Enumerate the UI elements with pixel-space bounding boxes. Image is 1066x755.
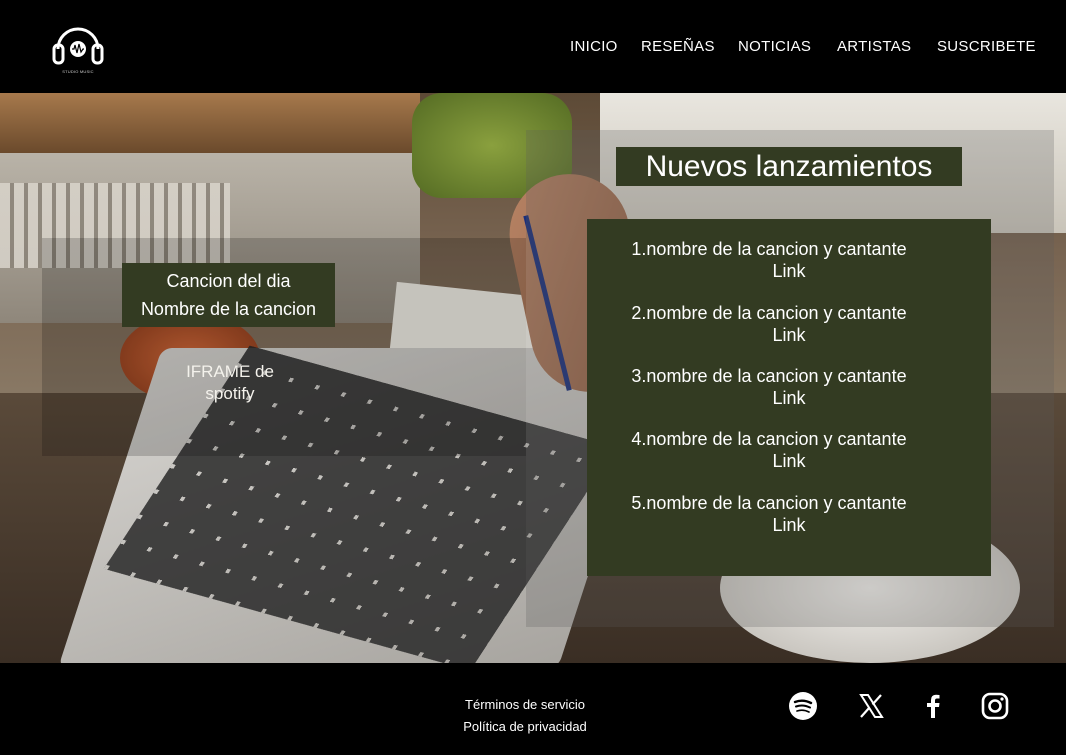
release-name: 1.nombre de la cancion y cantante — [631, 239, 907, 259]
new-releases-title: Nuevos lanzamientos — [645, 150, 933, 183]
song-of-day-name: Nombre de la cancion — [140, 299, 317, 319]
release-link[interactable]: Link — [587, 324, 991, 346]
terms-link[interactable]: Términos de servicio — [430, 697, 620, 712]
release-item: 1.nombre de la cancion y cantante Link — [587, 238, 991, 282]
release-link[interactable]: Link — [587, 514, 991, 536]
nav-inicio[interactable]: INICIO — [570, 38, 618, 55]
release-link[interactable]: Link — [587, 260, 991, 282]
nav-noticias[interactable]: NOTICIAS — [738, 38, 811, 55]
release-item: 5.nombre de la cancion y cantante Link — [587, 492, 991, 536]
release-name: 2.nombre de la cancion y cantante — [631, 303, 907, 323]
headphones-logo[interactable]: STUDIO MUSIC — [50, 15, 106, 75]
release-item: 2.nombre de la cancion y cantante Link — [587, 302, 991, 346]
new-releases-list: 1.nombre de la cancion y cantante Link 2… — [587, 219, 991, 576]
site-footer: Términos de servicio Política de privaci… — [0, 663, 1066, 755]
logo-text: STUDIO MUSIC — [62, 69, 94, 74]
song-of-day-card: Cancion del dia Nombre de la cancion — [122, 263, 335, 327]
release-link[interactable]: Link — [587, 387, 991, 409]
bg-windowsill — [0, 93, 420, 153]
nav-resenas[interactable]: RESEÑAS — [641, 38, 715, 55]
release-name: 5.nombre de la cancion y cantante — [631, 493, 907, 513]
release-item: 4.nombre de la cancion y cantante Link — [587, 428, 991, 472]
release-name: 4.nombre de la cancion y cantante — [631, 429, 907, 449]
headphones-icon — [52, 27, 104, 65]
release-name: 3.nombre de la cancion y cantante — [631, 366, 907, 386]
new-releases-title-box: Nuevos lanzamientos — [616, 147, 962, 186]
release-item: 3.nombre de la cancion y cantante Link — [587, 365, 991, 409]
nav-artistas[interactable]: ARTISTAS — [837, 38, 911, 55]
facebook-icon[interactable] — [918, 691, 948, 721]
release-link[interactable]: Link — [587, 450, 991, 472]
instagram-icon[interactable] — [980, 691, 1010, 721]
spotify-iframe-placeholder[interactable]: IFRAME de spotify — [160, 361, 300, 405]
song-of-day-title: Cancion del dia — [166, 271, 291, 291]
nav-suscribete[interactable]: SUSCRIBETE — [937, 38, 1036, 55]
site-header: STUDIO MUSIC INICIO RESEÑAS NOTICIAS ART… — [0, 0, 1066, 93]
x-icon[interactable] — [856, 691, 886, 721]
privacy-link[interactable]: Política de privacidad — [430, 719, 620, 734]
spotify-icon[interactable] — [788, 691, 818, 721]
